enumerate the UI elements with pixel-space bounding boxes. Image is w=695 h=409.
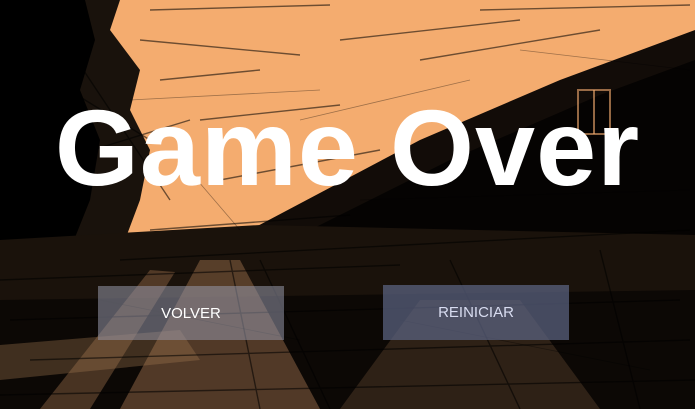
game-over-title: Game Over	[54, 87, 641, 208]
back-button[interactable]: VOLVER	[98, 286, 284, 340]
restart-button[interactable]: REINICIAR	[383, 285, 569, 340]
game-over-screen: Game Over VOLVER REINICIAR	[0, 0, 695, 409]
